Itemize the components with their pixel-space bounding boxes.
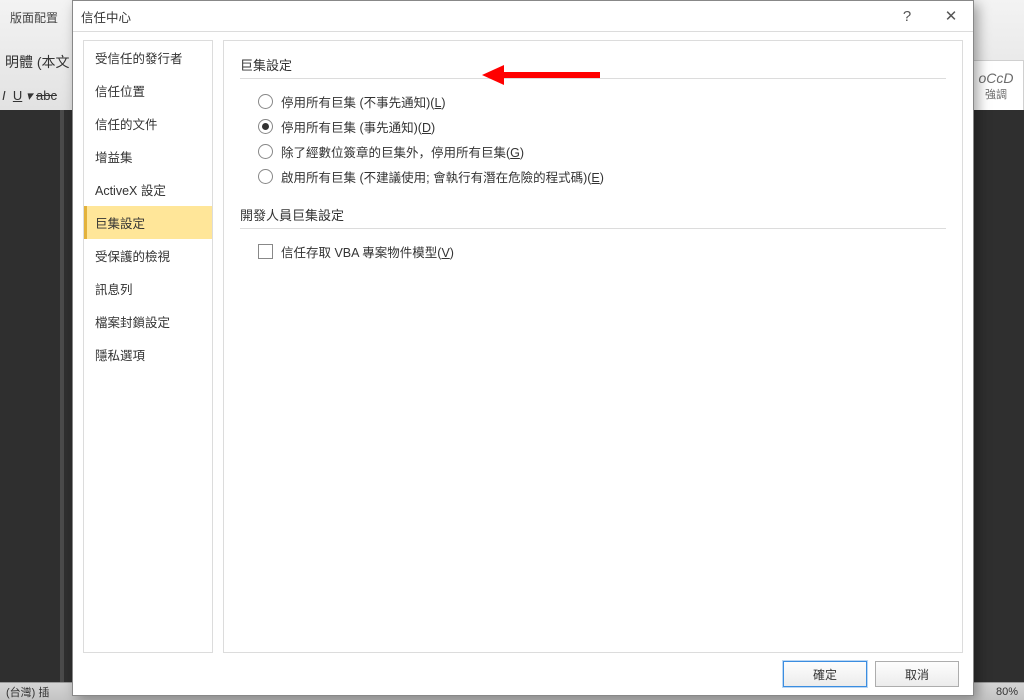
radio-icon	[258, 94, 273, 109]
sidebar-item-3[interactable]: 增益集	[84, 140, 212, 173]
style-label: 強調	[985, 86, 1007, 102]
cancel-button[interactable]: 取消	[875, 661, 959, 687]
ok-label: 確定	[813, 666, 837, 683]
sidebar-item-9[interactable]: 隱私選項	[84, 338, 212, 371]
ribbon-tab[interactable]: 版面配置	[0, 0, 58, 26]
status-left: (台灣) 插	[6, 684, 49, 700]
sidebar-item-4[interactable]: ActiveX 設定	[84, 173, 212, 206]
trust-center-dialog: 信任中心 ? ✕ 受信任的發行者信任位置信任的文件增益集ActiveX 設定巨集…	[72, 0, 974, 696]
macro-option-1[interactable]: 停用所有巨集 (事先通知)(D)	[240, 114, 946, 139]
sidebar-item-0[interactable]: 受信任的發行者	[84, 41, 212, 74]
macro-option-label: 除了經數位簽章的巨集外，停用所有巨集(G)	[281, 142, 524, 161]
radio-icon	[258, 169, 273, 184]
macro-settings-heading: 巨集設定	[240, 55, 946, 74]
macro-option-3[interactable]: 啟用所有巨集 (不建議使用; 會執行有潛在危險的程式碼)(E)	[240, 164, 946, 189]
sidebar-item-5[interactable]: 巨集設定	[84, 206, 212, 239]
status-right: 80%	[996, 686, 1018, 698]
strike-button[interactable]: abc	[36, 88, 57, 103]
ribbon-tab-label: 版面配置	[10, 9, 58, 26]
sidebar-item-6[interactable]: 受保護的檢視	[84, 239, 212, 272]
sidebar-item-7[interactable]: 訊息列	[84, 272, 212, 305]
font-format-group: I U ▾ abc	[0, 88, 57, 104]
radio-icon	[258, 119, 273, 134]
sidebar-item-2[interactable]: 信任的文件	[84, 107, 212, 140]
ok-button[interactable]: 確定	[783, 661, 867, 687]
close-button[interactable]: ✕	[929, 1, 973, 31]
macro-option-0[interactable]: 停用所有巨集 (不事先通知)(L)	[240, 89, 946, 114]
separator	[240, 78, 946, 79]
underline-button[interactable]: U	[13, 88, 22, 103]
style-preview[interactable]: oCcD 強調	[968, 60, 1024, 112]
macro-option-label: 啟用所有巨集 (不建議使用; 會執行有潛在危險的程式碼)(E)	[281, 167, 604, 186]
cancel-label: 取消	[905, 666, 929, 683]
dev-macro-heading: 開發人員巨集設定	[240, 205, 946, 224]
dialog-body: 受信任的發行者信任位置信任的文件增益集ActiveX 設定巨集設定受保護的檢視訊…	[73, 32, 973, 653]
radio-icon	[258, 144, 273, 159]
sidebar-item-1[interactable]: 信任位置	[84, 74, 212, 107]
sidebar-item-8[interactable]: 檔案封鎖設定	[84, 305, 212, 338]
macro-option-2[interactable]: 除了經數位簽章的巨集外，停用所有巨集(G)	[240, 139, 946, 164]
help-button[interactable]: ?	[885, 1, 929, 31]
macro-option-label: 停用所有巨集 (不事先通知)(L)	[281, 92, 446, 111]
macro-option-label: 停用所有巨集 (事先通知)(D)	[281, 117, 435, 136]
dialog-titlebar: 信任中心 ? ✕	[73, 1, 973, 32]
vba-trust-label: 信任存取 VBA 專案物件模型(V)	[281, 242, 454, 261]
content-panel: 巨集設定 停用所有巨集 (不事先通知)(L) 停用所有巨集 (事先通知)(D) 除了…	[223, 40, 963, 653]
font-name-box[interactable]: 明體 (本文	[0, 52, 70, 72]
style-text: oCcD	[978, 70, 1013, 86]
dialog-footer: 確定 取消	[73, 653, 973, 695]
checkbox-icon	[258, 244, 273, 259]
separator	[240, 228, 946, 229]
italic-button[interactable]: I	[2, 88, 6, 103]
macro-options-group: 停用所有巨集 (不事先通知)(L) 停用所有巨集 (事先通知)(D) 除了經數位簽章…	[240, 89, 946, 189]
dialog-title: 信任中心	[81, 7, 885, 26]
vba-trust-checkbox-row[interactable]: 信任存取 VBA 專案物件模型(V)	[240, 239, 946, 264]
sidebar: 受信任的發行者信任位置信任的文件增益集ActiveX 設定巨集設定受保護的檢視訊…	[83, 40, 213, 653]
close-icon: ✕	[945, 7, 958, 25]
help-icon: ?	[903, 8, 911, 25]
